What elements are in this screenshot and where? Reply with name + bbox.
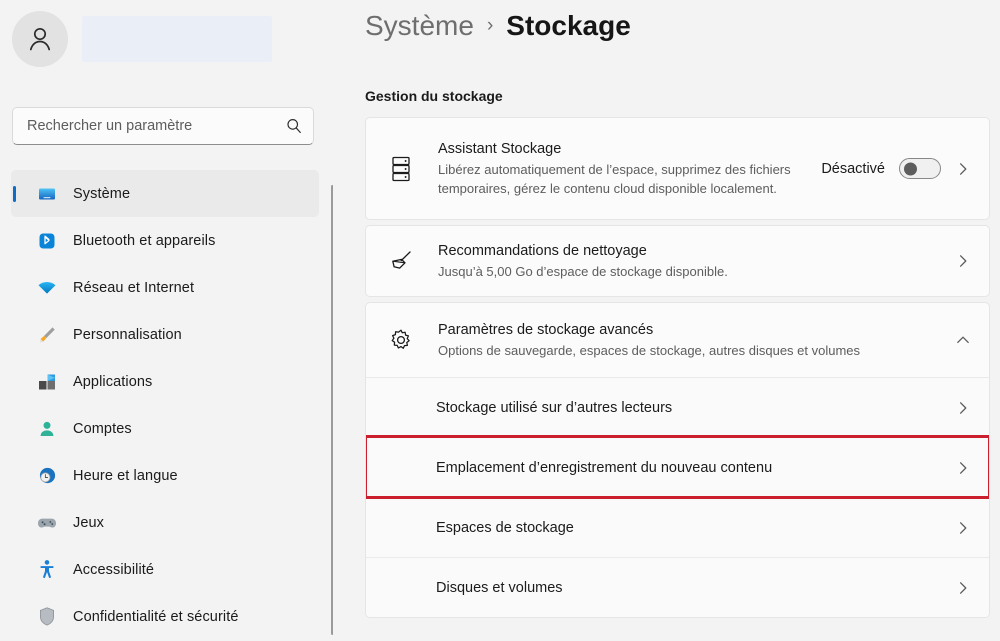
sidebar-item-accessibilite[interactable]: Accessibilité — [11, 546, 319, 593]
sidebar-item-personnalisation[interactable]: Personnalisation — [11, 311, 319, 358]
row-espaces-de-stockage[interactable]: Espaces de stockage — [366, 497, 989, 557]
breadcrumb-parent[interactable]: Système — [365, 10, 474, 42]
sidebar-item-bluetooth-et-appareils[interactable]: Bluetooth et appareils — [11, 217, 319, 264]
group-controls — [955, 332, 971, 348]
avatar — [12, 11, 68, 67]
sidebar-item-label: Jeux — [73, 515, 104, 531]
card-assistant-stockage[interactable]: Assistant Stockage Libérez automatiqueme… — [365, 117, 990, 220]
search-input[interactable] — [27, 118, 285, 134]
apps-icon — [36, 371, 58, 393]
gear-icon — [386, 325, 416, 355]
group-header[interactable]: Paramètres de stockage avancés Options d… — [366, 303, 989, 377]
card-text: Assistant Stockage Libérez automatiqueme… — [438, 139, 821, 198]
row-label: Emplacement d’enregistrement du nouveau … — [436, 460, 955, 476]
section-title: Gestion du stockage — [365, 88, 503, 104]
account-name-redacted — [82, 16, 272, 62]
paintbrush-icon — [36, 324, 58, 346]
clock-globe-icon — [36, 465, 58, 487]
sidebar-item-heure-et-langue[interactable]: Heure et langue — [11, 452, 319, 499]
main-content: Système › Stockage Gestion du stockage A… — [333, 0, 1000, 641]
row-label: Stockage utilisé sur d’autres lecteurs — [436, 400, 955, 416]
shield-icon — [36, 606, 58, 628]
sidebar-item-jeux[interactable]: Jeux — [11, 499, 319, 546]
group-parametres-de-stockage-avances: Paramètres de stockage avancés Options d… — [365, 302, 990, 618]
settings-card-list: Assistant Stockage Libérez automatiqueme… — [365, 117, 990, 618]
chevron-right-icon[interactable] — [955, 580, 971, 596]
sidebar-item-label: Accessibilité — [73, 562, 154, 578]
card-recommandations-de-nettoyage[interactable]: Recommandations de nettoyage Jusqu’à 5,0… — [365, 225, 990, 297]
sidebar-item-comptes[interactable]: Comptes — [11, 405, 319, 452]
breadcrumb-separator-icon: › — [487, 15, 493, 37]
group-text: Paramètres de stockage avancés Options d… — [438, 320, 955, 360]
chevron-right-icon[interactable] — [955, 400, 971, 416]
accessibility-icon — [36, 559, 58, 581]
sidebar-item-label: Applications — [73, 374, 152, 390]
breadcrumb: Système › Stockage — [365, 10, 631, 42]
card-subtitle: Libérez automatiquement de l’espace, sup… — [438, 160, 821, 198]
group-subtitle: Options de sauvegarde, espaces de stocka… — [438, 341, 955, 360]
card-title: Assistant Stockage — [438, 139, 821, 159]
sidebar-item-label: Système — [73, 186, 130, 202]
card-controls — [955, 253, 971, 269]
chevron-right-icon[interactable] — [955, 161, 971, 177]
sidebar-item-label: Comptes — [73, 421, 132, 437]
sidebar-item-label: Réseau et Internet — [73, 280, 194, 296]
sidebar-item-confidentialite-et-securite[interactable]: Confidentialité et sécurité — [11, 593, 319, 640]
sidebar: Système Bluetooth et appareils — [0, 0, 333, 641]
search-icon[interactable] — [285, 117, 303, 135]
gamepad-icon — [36, 512, 58, 534]
storage-drive-icon — [386, 154, 416, 184]
card-title: Recommandations de nettoyage — [438, 241, 955, 261]
card-text: Recommandations de nettoyage Jusqu’à 5,0… — [438, 241, 955, 281]
bluetooth-icon — [36, 230, 58, 252]
sidebar-item-label: Personnalisation — [73, 327, 182, 343]
row-disques-et-volumes[interactable]: Disques et volumes — [366, 557, 989, 617]
storage-sense-toggle[interactable] — [899, 158, 941, 179]
card-controls: Désactivé — [821, 158, 971, 179]
monitor-icon — [36, 183, 58, 205]
row-stockage-utilise-sur-dautres-lecteurs[interactable]: Stockage utilisé sur d’autres lecteurs — [366, 377, 989, 437]
sidebar-item-applications[interactable]: Applications — [11, 358, 319, 405]
card-subtitle: Jusqu’à 5,00 Go d’espace de stockage dis… — [438, 262, 955, 281]
chevron-right-icon[interactable] — [955, 460, 971, 476]
page-title: Stockage — [506, 10, 631, 42]
toggle-knob — [904, 162, 917, 175]
wifi-icon — [36, 277, 58, 299]
chevron-up-icon[interactable] — [955, 332, 971, 348]
account-header[interactable] — [12, 8, 312, 70]
toggle-state-label: Désactivé — [821, 161, 885, 177]
sidebar-item-label: Confidentialité et sécurité — [73, 609, 239, 625]
sidebar-item-reseau-et-internet[interactable]: Réseau et Internet — [11, 264, 319, 311]
person-icon — [24, 23, 56, 55]
chevron-right-icon[interactable] — [955, 520, 971, 536]
search-box[interactable] — [12, 107, 314, 145]
account-icon — [36, 418, 58, 440]
broom-icon — [386, 246, 416, 276]
sidebar-nav: Système Bluetooth et appareils — [0, 170, 333, 640]
sidebar-item-label: Bluetooth et appareils — [73, 233, 215, 249]
sidebar-item-label: Heure et langue — [73, 468, 178, 484]
row-label: Disques et volumes — [436, 580, 955, 596]
chevron-right-icon[interactable] — [955, 253, 971, 269]
row-emplacement-denregistrement-du-nouveau-contenu[interactable]: Emplacement d’enregistrement du nouveau … — [366, 437, 989, 497]
group-title: Paramètres de stockage avancés — [438, 320, 955, 340]
row-label: Espaces de stockage — [436, 520, 955, 536]
sidebar-item-systeme[interactable]: Système — [11, 170, 319, 217]
